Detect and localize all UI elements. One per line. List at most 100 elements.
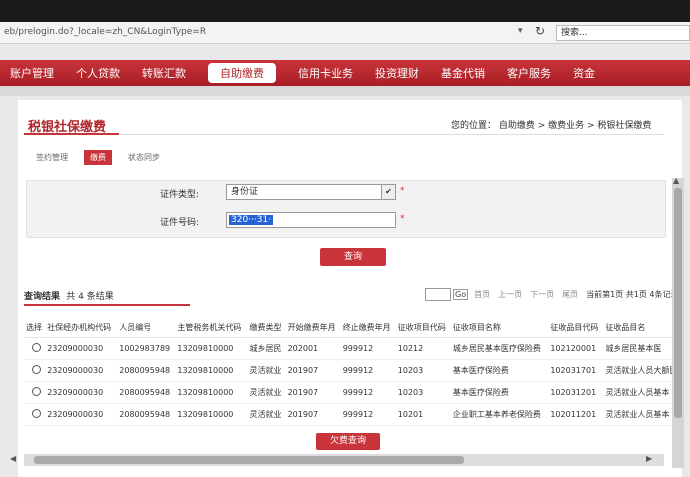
chevron-down-icon[interactable]: ✔ <box>381 185 395 199</box>
cell: 999912 <box>340 337 396 360</box>
cell: 基本医疗保险费 <box>450 381 549 404</box>
nav-item-fund[interactable]: 基金代销 <box>441 65 485 81</box>
row-radio[interactable] <box>32 387 41 396</box>
id-no-label: 证件号码: <box>160 218 200 228</box>
cell: 201907 <box>285 359 341 382</box>
cell: 201907 <box>285 403 341 426</box>
horizontal-scrollbar[interactable]: ◀ ▶ <box>10 454 664 466</box>
prev-page-link[interactable]: 上一页 <box>498 289 522 300</box>
nav-item-loan[interactable]: 个人贷款 <box>76 65 120 81</box>
table-row[interactable]: 23209000030 2080095948 13209810000 灵活就业 … <box>24 359 684 382</box>
cell: 企业职工基本养老保险费 <box>450 403 549 426</box>
cell: 13209810000 <box>175 359 248 382</box>
col-person-id: 人员编号 <box>117 318 176 338</box>
search-input[interactable]: 搜索... <box>556 25 690 41</box>
cell: 102031701 <box>548 359 604 382</box>
query-button[interactable]: 查询 <box>320 248 386 266</box>
id-type-value: 身份证 <box>231 187 259 197</box>
cell: 2080095948 <box>117 381 176 404</box>
nav-item-credit-card[interactable]: 信用卡业务 <box>298 65 353 81</box>
arrears-query-button[interactable]: 欠费查询 <box>316 433 380 450</box>
breadcrumb: 您的位置： 自助缴费 > 缴费业务 > 税银社保缴费 <box>451 121 652 131</box>
screen: eb/prelogin.do?_locale=zh_CN&LoginType=R… <box>0 0 690 477</box>
scroll-up-icon[interactable]: ▲ <box>673 176 679 185</box>
cell: 999912 <box>340 403 396 426</box>
main-panel: 税银社保缴费 您的位置： 自助缴费 > 缴费业务 > 税银社保缴费 签约管理 缴… <box>18 100 684 477</box>
nav-item-payment[interactable]: 自助缴费 <box>208 63 276 83</box>
cell: 1002983789 <box>117 337 176 360</box>
required-mark: * <box>400 186 405 196</box>
cell: 灵活就业 <box>247 359 286 382</box>
url-dropdown-icon[interactable]: ▾ <box>518 26 523 36</box>
page-number-input[interactable] <box>425 288 451 301</box>
first-page-link[interactable]: 首页 <box>474 289 490 300</box>
scroll-right-icon[interactable]: ▶ <box>646 454 652 463</box>
tab-bar: 签约管理 缴费 状态同步 <box>36 150 176 165</box>
col-tax-office: 主管税务机关代码 <box>175 318 248 338</box>
tab-contract[interactable]: 签约管理 <box>36 152 68 163</box>
result-underline <box>24 304 190 306</box>
scroll-left-icon[interactable]: ◀ <box>10 454 16 463</box>
cell: 10203 <box>395 359 451 382</box>
tab-payment[interactable]: 缴费 <box>84 150 112 165</box>
result-title: 查询结果 <box>24 292 61 302</box>
cell: 23209000030 <box>45 403 118 426</box>
go-button[interactable]: Go <box>453 289 469 300</box>
cell: 999912 <box>340 381 396 404</box>
col-item-name: 征收项目名称 <box>450 318 549 338</box>
cell: 102031201 <box>548 381 604 404</box>
id-type-label: 证件类型: <box>160 190 200 200</box>
cell: 23209000030 <box>45 337 118 360</box>
nav-item-service[interactable]: 客户服务 <box>507 65 551 81</box>
row-radio[interactable] <box>32 343 41 352</box>
monitor-bezel <box>0 0 690 22</box>
row-radio[interactable] <box>32 365 41 374</box>
cell: 2080095948 <box>117 403 176 426</box>
cell: 13209810000 <box>175 403 248 426</box>
col-select: 选择 <box>24 318 46 338</box>
last-page-link[interactable]: 尾页 <box>562 289 578 300</box>
vertical-scrollbar[interactable]: ▲ <box>672 176 684 468</box>
col-agency-code: 社保经办机构代码 <box>45 318 118 338</box>
cell: 2080095948 <box>117 359 176 382</box>
cell: 13209810000 <box>175 337 248 360</box>
table-row[interactable]: 23209000030 2080095948 13209810000 灵活就业 … <box>24 381 684 404</box>
id-no-input[interactable]: 320···31· <box>226 212 396 228</box>
table-row[interactable]: 23209000030 1002983789 13209810000 城乡居民 … <box>24 337 684 360</box>
nav-item-account[interactable]: 账户管理 <box>10 65 54 81</box>
title-underline <box>24 133 119 135</box>
refresh-icon[interactable]: ↻ <box>535 24 551 40</box>
id-type-select[interactable]: 身份证 ✔ <box>226 184 396 200</box>
horizontal-scroll-thumb[interactable] <box>34 456 464 464</box>
cell: 城乡居民基本医疗保险费 <box>450 337 549 360</box>
col-pay-type: 缴费类型 <box>247 318 286 338</box>
tab-sync[interactable]: 状态同步 <box>128 152 160 163</box>
result-count: 共 4 条结果 <box>66 292 114 302</box>
cell: 10212 <box>395 337 451 360</box>
col-end: 终止缴费年月 <box>340 318 396 338</box>
cell: 202001 <box>285 337 341 360</box>
cell: 999912 <box>340 359 396 382</box>
next-page-link[interactable]: 下一页 <box>530 289 554 300</box>
sub-nav-bar <box>0 86 690 96</box>
url-text[interactable]: eb/prelogin.do?_locale=zh_CN&LoginType=R <box>4 27 206 37</box>
cell: 灵活就业 <box>247 381 286 404</box>
cell: 102011201 <box>548 403 604 426</box>
cell: 城乡居民 <box>247 337 286 360</box>
cell: 10203 <box>395 381 451 404</box>
result-header: 查询结果 共 4 条结果 <box>24 289 114 302</box>
page-info: 当前第1页 共1页 4条记录 <box>586 290 679 299</box>
nav-item-capital[interactable]: 资金 <box>573 65 595 81</box>
cell: 23209000030 <box>45 359 118 382</box>
vertical-scroll-thumb[interactable] <box>674 188 682 418</box>
cell: 灵活就业 <box>247 403 286 426</box>
cell: 13209810000 <box>175 381 248 404</box>
nav-item-investment[interactable]: 投资理财 <box>375 65 419 81</box>
row-radio[interactable] <box>32 409 41 418</box>
col-category-code: 征收品目代码 <box>548 318 604 338</box>
col-item-code: 征收项目代码 <box>395 318 451 338</box>
pager: Go 首页 上一页 下一页 尾页 当前第1页 共1页 4条记录 <box>425 288 686 301</box>
cell: 102120001 <box>548 337 604 360</box>
nav-item-transfer[interactable]: 转账汇款 <box>142 65 186 81</box>
table-row[interactable]: 23209000030 2080095948 13209810000 灵活就业 … <box>24 403 684 426</box>
